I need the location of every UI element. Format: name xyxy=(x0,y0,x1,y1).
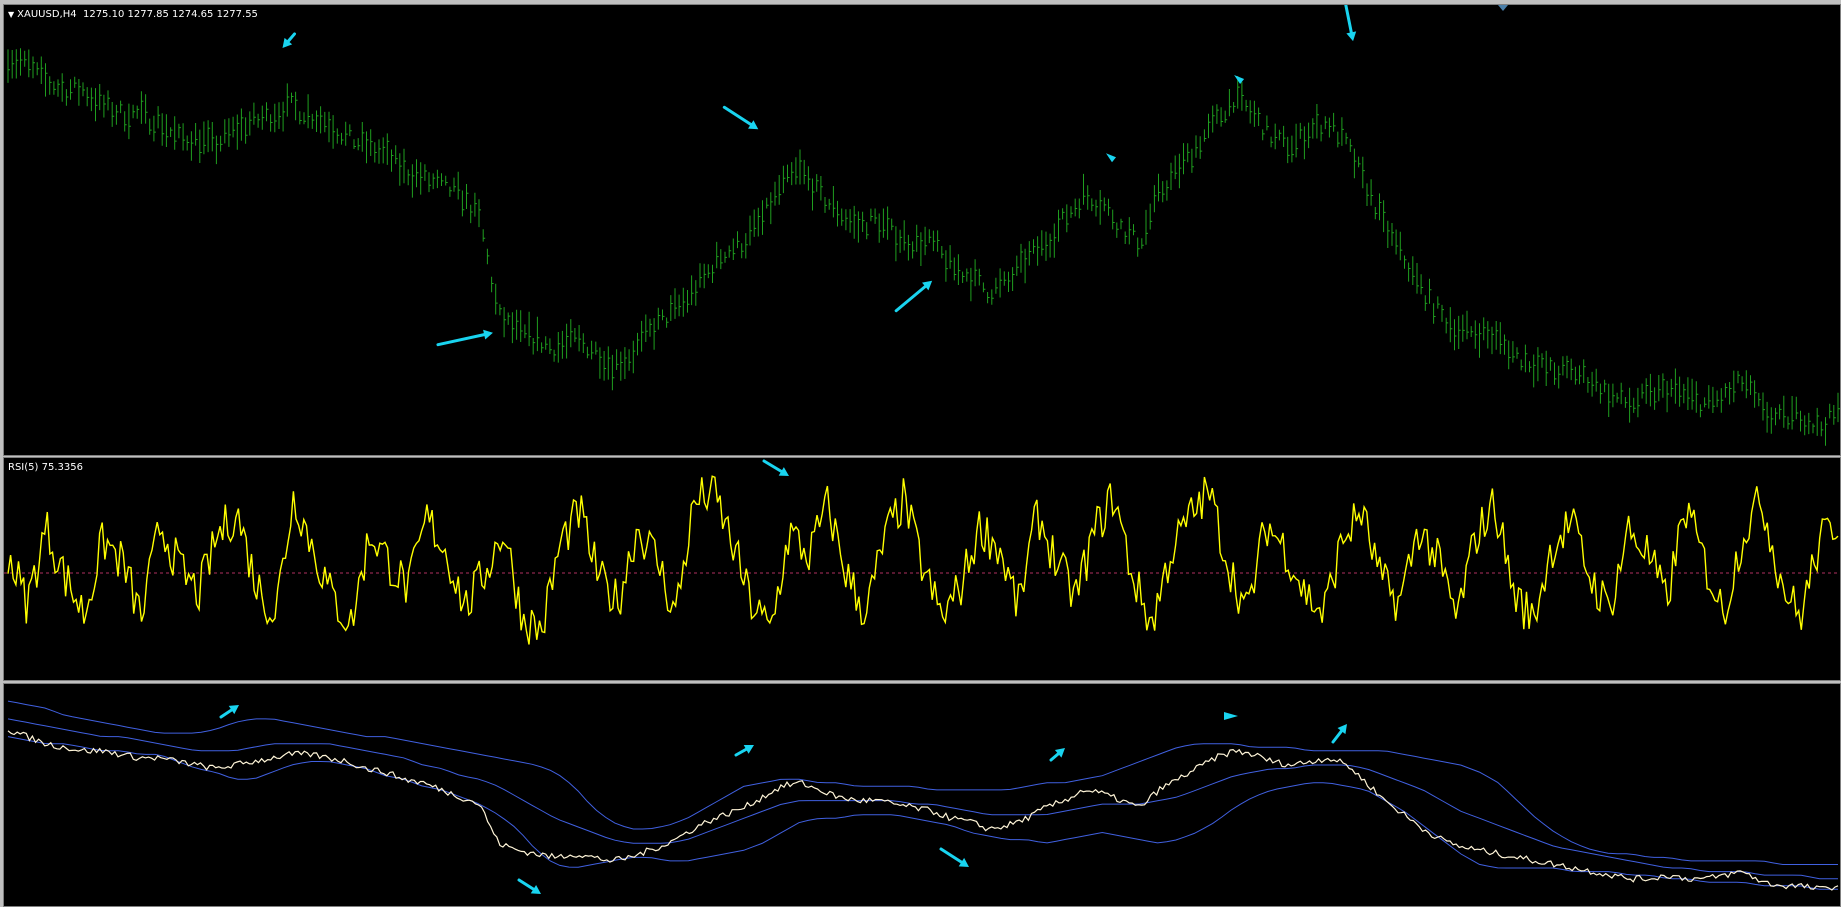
triangle-marker-icon xyxy=(1106,153,1116,163)
rsi-line xyxy=(7,475,1839,645)
arrow-icon xyxy=(722,105,759,130)
arrow-icon xyxy=(1331,724,1347,744)
rsi-label: RSI(5) 75.3356 xyxy=(8,462,83,473)
price-bars xyxy=(7,48,1840,446)
price-chart-panel[interactable]: ▼ XAUUSD,H4 1275.10 1277.85 1274.65 1277.… xyxy=(3,4,1841,456)
arrow-icon xyxy=(762,459,789,476)
bands-chart xyxy=(7,700,1839,894)
triangle-marker-icon xyxy=(1224,712,1238,720)
collapse-triangle-icon[interactable]: ▼ xyxy=(8,10,14,19)
arrow-icon xyxy=(939,847,969,867)
lower-band-line xyxy=(7,736,1838,890)
rsi-chart xyxy=(4,459,1840,645)
arrow-icon xyxy=(1049,748,1065,762)
price-panel-label: ▼ XAUUSD,H4 1275.10 1277.85 1274.65 1277.… xyxy=(8,9,258,20)
rsi-panel[interactable]: RSI(5) 75.3356 xyxy=(3,457,1841,681)
arrow-icon xyxy=(219,705,239,719)
bands-panel[interactable] xyxy=(3,683,1841,907)
arrow-icon xyxy=(734,745,754,757)
arrow-icon xyxy=(894,280,933,313)
symbol-label: XAUUSD,H4 xyxy=(17,9,77,20)
upper-band-line xyxy=(7,700,1838,865)
scale-marker-icon[interactable] xyxy=(1498,5,1508,11)
arrow-icon xyxy=(1344,5,1357,42)
arrow-icon xyxy=(436,329,493,347)
arrow-icon xyxy=(282,32,296,48)
arrow-icon xyxy=(517,878,541,894)
triangle-marker-icon xyxy=(1234,75,1245,85)
price-chart xyxy=(7,5,1840,446)
ohlc-label: 1275.10 1277.85 1274.65 1277.55 xyxy=(82,9,258,20)
middle-band-line xyxy=(7,718,1838,880)
close-line xyxy=(7,730,1839,891)
